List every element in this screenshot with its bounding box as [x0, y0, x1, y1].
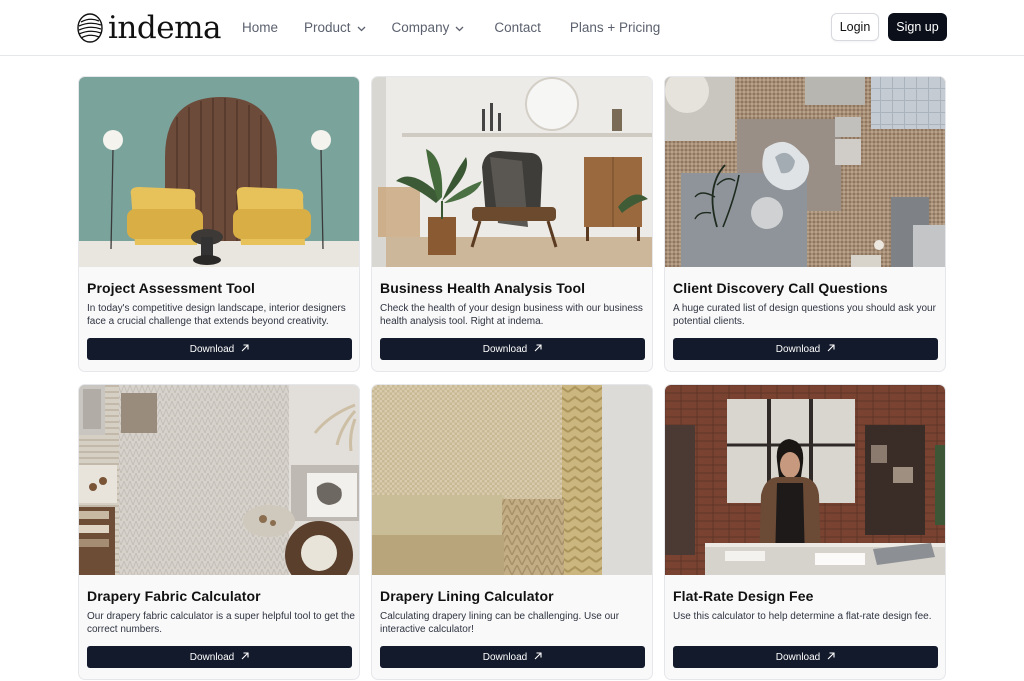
chevron-down-icon [357, 18, 366, 38]
auth-buttons: Login Sign up [831, 13, 947, 41]
nav-plans-pricing-label: Plans + Pricing [569, 20, 661, 35]
card-image-textile-swatches [79, 385, 359, 575]
download-button-label: Download [189, 651, 235, 663]
card-description: In today's competitive design landscape,… [87, 303, 346, 327]
nav-plans-pricing[interactable]: Plans + Pricing [570, 18, 660, 38]
card-description: Use this calculator to help determine a … [673, 611, 932, 622]
arrow-up-right-icon [241, 343, 249, 355]
card-title: Client Discovery Call Questions [673, 280, 888, 296]
nav-product-label: Product [304, 20, 351, 35]
card-title: Project Assessment Tool [87, 280, 256, 296]
download-button-label: Download [482, 651, 528, 663]
download-button[interactable]: Download [87, 338, 352, 360]
download-button[interactable]: Download [87, 646, 352, 668]
resources-grid: Project Assessment Tool In today's compe… [78, 76, 946, 680]
login-button[interactable]: Login [831, 13, 879, 41]
card-image-designer-studio [665, 385, 945, 575]
download-button-label: Download [482, 343, 528, 355]
card-description: A huge curated list of design questions … [673, 303, 936, 327]
download-button[interactable]: Download [673, 646, 938, 668]
top-navigation-bar: indema Home Product Company Contact Plan… [0, 0, 1024, 56]
card-description: Check the health of your design business… [380, 303, 643, 327]
download-button[interactable]: Download [380, 338, 645, 360]
resource-card: Flat-Rate Design Fee Use this calculator… [664, 384, 946, 680]
download-button-label: Download [189, 343, 235, 355]
resource-card: Client Discovery Call Questions A huge c… [664, 76, 946, 372]
arrow-up-right-icon [241, 651, 249, 663]
arrow-up-right-icon [534, 651, 542, 663]
signup-button[interactable]: Sign up [888, 13, 947, 41]
card-title: Drapery Fabric Calculator [87, 588, 261, 604]
resource-card: Business Health Analysis Tool Check the … [371, 76, 653, 372]
card-image-material-samples [665, 77, 945, 267]
logo-wordmark: indema [108, 10, 221, 46]
resource-card: Drapery Fabric Calculator Our drapery fa… [78, 384, 360, 680]
card-image-interior-arch [79, 77, 359, 267]
card-title: Flat-Rate Design Fee [673, 588, 814, 604]
card-title: Drapery Lining Calculator [380, 588, 554, 604]
nav-contact-label: Contact [494, 20, 541, 35]
card-title: Business Health Analysis Tool [380, 280, 586, 296]
download-button-label: Download [775, 343, 821, 355]
nav-home[interactable]: Home [242, 18, 278, 38]
resource-card: Drapery Lining Calculator Calculating dr… [371, 384, 653, 680]
arrow-up-right-icon [827, 651, 835, 663]
arrow-up-right-icon [534, 343, 542, 355]
card-description: Our drapery fabric calculator is a super… [87, 611, 355, 635]
nav-company-label: Company [391, 20, 450, 35]
nav-company[interactable]: Company [392, 18, 465, 38]
card-image-living-room [372, 77, 652, 267]
main-nav: Home Product Company Contact Plans + Pri… [242, 18, 660, 38]
card-description: Calculating drapery lining can be challe… [380, 611, 620, 635]
download-button[interactable]: Download [673, 338, 938, 360]
arrow-up-right-icon [827, 343, 835, 355]
chevron-down-icon [455, 18, 464, 38]
nav-contact[interactable]: Contact [494, 18, 541, 38]
card-image-fabric-swatches [372, 385, 652, 575]
indema-logo-icon [77, 13, 103, 43]
nav-home-label: Home [242, 20, 279, 35]
resource-card: Project Assessment Tool In today's compe… [78, 76, 360, 372]
download-button-label: Download [775, 651, 821, 663]
nav-product[interactable]: Product [304, 18, 366, 38]
download-button[interactable]: Download [380, 646, 645, 668]
logo[interactable]: indema [77, 11, 221, 45]
